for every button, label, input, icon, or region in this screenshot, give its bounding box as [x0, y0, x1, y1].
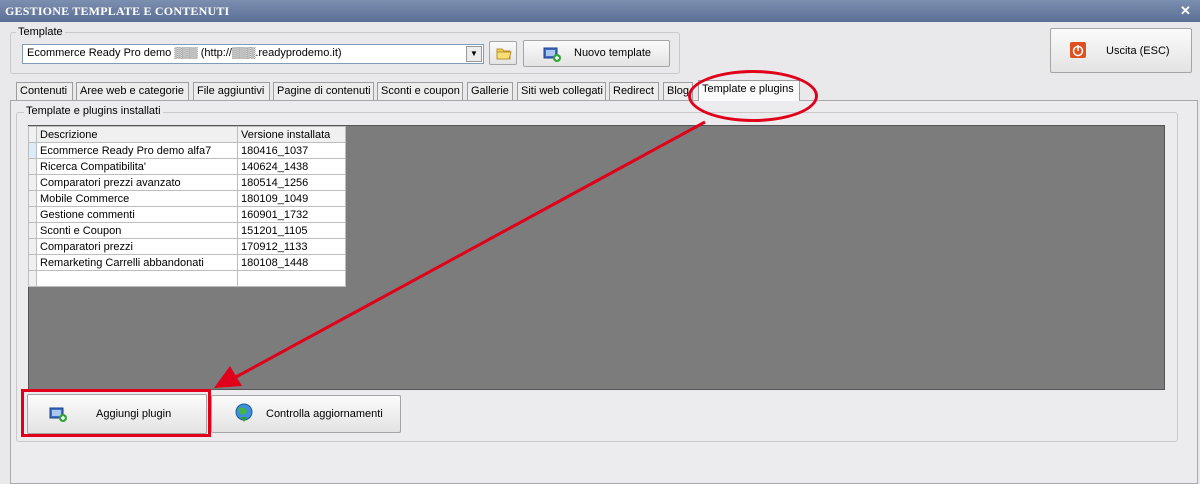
cell-versione: 151201_1105	[237, 222, 346, 239]
cell-descrizione: Ecommerce Ready Pro demo alfa7	[36, 142, 238, 159]
table-row[interactable]: Comparatori prezzi 170912_1133	[28, 238, 346, 255]
window-title: GESTIONE TEMPLATE E CONTENUTI	[5, 4, 230, 18]
new-template-button[interactable]: Nuovo template	[523, 40, 670, 67]
chevron-down-icon[interactable]: ▼	[466, 46, 482, 62]
cell-versione: 170912_1133	[237, 238, 346, 255]
open-folder-button[interactable]	[489, 41, 517, 65]
exit-button[interactable]: Uscita (ESC)	[1050, 28, 1192, 73]
annotation-ellipse	[688, 70, 818, 122]
add-template-icon	[543, 47, 561, 62]
template-select[interactable]: Ecommerce Ready Pro demo ▒▒▒ (http://▒▒▒…	[22, 44, 484, 64]
table-row[interactable]: Remarketing Carrelli abbandonati 180108_1…	[28, 254, 346, 271]
cell-versione: 180416_1037	[237, 142, 346, 159]
check-updates-button[interactable]: Controlla aggiornamenti	[211, 395, 401, 433]
cell-descrizione: Mobile Commerce	[36, 190, 238, 207]
power-icon	[1070, 42, 1086, 58]
template-group-label: Template	[16, 26, 65, 38]
tab-file-aggiuntivi[interactable]: File aggiuntivi	[193, 82, 270, 100]
tab-gallerie[interactable]: Gallerie	[467, 82, 513, 100]
plugins-table[interactable]: Descrizione Versione installata Ecommerc…	[28, 126, 346, 287]
cell-descrizione: Sconti e Coupon	[36, 222, 238, 239]
tab-siti-web[interactable]: Siti web collegati	[517, 82, 606, 100]
row-selector-header	[28, 126, 37, 143]
cell-descrizione: Comparatori prezzi	[36, 238, 238, 255]
column-header-descrizione[interactable]: Descrizione	[36, 126, 238, 143]
annotation-highlight-box	[21, 389, 211, 437]
table-row-empty[interactable]	[28, 270, 346, 287]
globe-update-icon	[235, 403, 253, 422]
table-row[interactable]: Sconti e Coupon 151201_1105	[28, 222, 346, 239]
table-row[interactable]: Ecommerce Ready Pro demo alfa7 180416_103…	[28, 142, 346, 159]
cell-descrizione: Remarketing Carrelli abbandonati	[36, 254, 238, 271]
cell-descrizione: Gestione commenti	[36, 206, 238, 223]
installed-group-label: Template e plugins installati	[24, 105, 163, 117]
cell-versione: 180514_1256	[237, 174, 346, 191]
tab-sconti-coupon[interactable]: Sconti e coupon	[377, 82, 463, 100]
cell-versione: 140624_1438	[237, 158, 346, 175]
cell-descrizione: Ricerca Compatibilita'	[36, 158, 238, 175]
table-row[interactable]: Mobile Commerce 180109_1049	[28, 190, 346, 207]
cell-versione: 180108_1448	[237, 254, 346, 271]
tab-redirect[interactable]: Redirect	[609, 82, 659, 100]
check-updates-label: Controlla aggiornamenti	[266, 408, 383, 420]
table-row[interactable]: Comparatori prezzi avanzato 180514_1256	[28, 174, 346, 191]
exit-label: Uscita (ESC)	[1106, 45, 1170, 57]
tab-pagine-contenuti[interactable]: Pagine di contenuti	[273, 82, 374, 100]
table-row[interactable]: Ricerca Compatibilita' 140624_1438	[28, 158, 346, 175]
table-row[interactable]: Gestione commenti 160901_1732	[28, 206, 346, 223]
tab-contenuti[interactable]: Contenuti	[16, 82, 73, 100]
cell-descrizione: Comparatori prezzi avanzato	[36, 174, 238, 191]
window-titlebar: GESTIONE TEMPLATE E CONTENUTI ✕	[0, 0, 1200, 22]
cell-versione: 180109_1049	[237, 190, 346, 207]
tab-aree-web[interactable]: Aree web e categorie	[76, 82, 189, 100]
close-icon[interactable]: ✕	[1180, 3, 1191, 19]
column-header-versione[interactable]: Versione installata	[237, 126, 346, 143]
cell-versione: 160901_1732	[237, 206, 346, 223]
template-select-value: Ecommerce Ready Pro demo ▒▒▒ (http://▒▒▒…	[27, 47, 342, 59]
folder-icon	[496, 48, 512, 60]
new-template-label: Nuovo template	[574, 47, 652, 59]
